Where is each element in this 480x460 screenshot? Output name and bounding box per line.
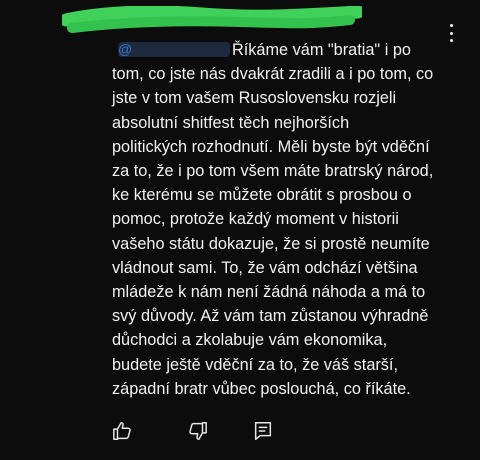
comment-line: svý důvody. Až vám tam zůstanou výhradně bbox=[112, 307, 429, 326]
comment-line: tom, co jste nás dvakrát zradili a i po … bbox=[112, 65, 434, 84]
comment-line: vašeho státu dokazuje, že si prostě neum… bbox=[112, 234, 430, 253]
username-redaction bbox=[62, 6, 362, 33]
comment-line: západní bratr vůbec poslouchá, co říkáte… bbox=[112, 379, 411, 398]
comment-line: budete ještě vděční za to, že váš starší… bbox=[112, 355, 398, 374]
comment-actions bbox=[106, 418, 286, 446]
reply-comment-icon bbox=[254, 422, 272, 440]
comment-text: Říkáme vám "bratia" i po tom, co jste ná… bbox=[112, 38, 452, 401]
comment-line: za to, že i po tom všem máte bratrský ná… bbox=[112, 162, 434, 181]
comment-line: ke kterému se můžete obrátit s prosbou o bbox=[112, 186, 412, 205]
reply-button[interactable] bbox=[250, 418, 276, 444]
comment-line: mládeže k nám není žádná náhoda a má to bbox=[112, 283, 426, 302]
comment-line: důchodci a zkolabuje vám ekonomika, bbox=[112, 331, 388, 350]
comment-screen: @ Říkáme vám "bratia" i po tom, co jste … bbox=[0, 0, 480, 460]
comment-line: pomoc, protože každý moment v historii bbox=[112, 210, 399, 229]
comment-line: jste v tom vašem Rusoslovensku rozjeli bbox=[112, 89, 397, 108]
thumbs-up-icon bbox=[113, 422, 131, 440]
like-button[interactable] bbox=[110, 418, 136, 444]
thumbs-down-icon bbox=[189, 422, 207, 440]
comment-line: absolutní shitfest těch nejhorších bbox=[112, 113, 350, 132]
comment-line: politických rozhodnutí. Měli byste být v… bbox=[112, 137, 430, 156]
dislike-button[interactable] bbox=[184, 418, 210, 444]
comment-line: Říkáme vám "bratia" i po bbox=[232, 41, 411, 59]
comment-line: vládnout sami. To, že vám odchází většin… bbox=[112, 258, 418, 277]
